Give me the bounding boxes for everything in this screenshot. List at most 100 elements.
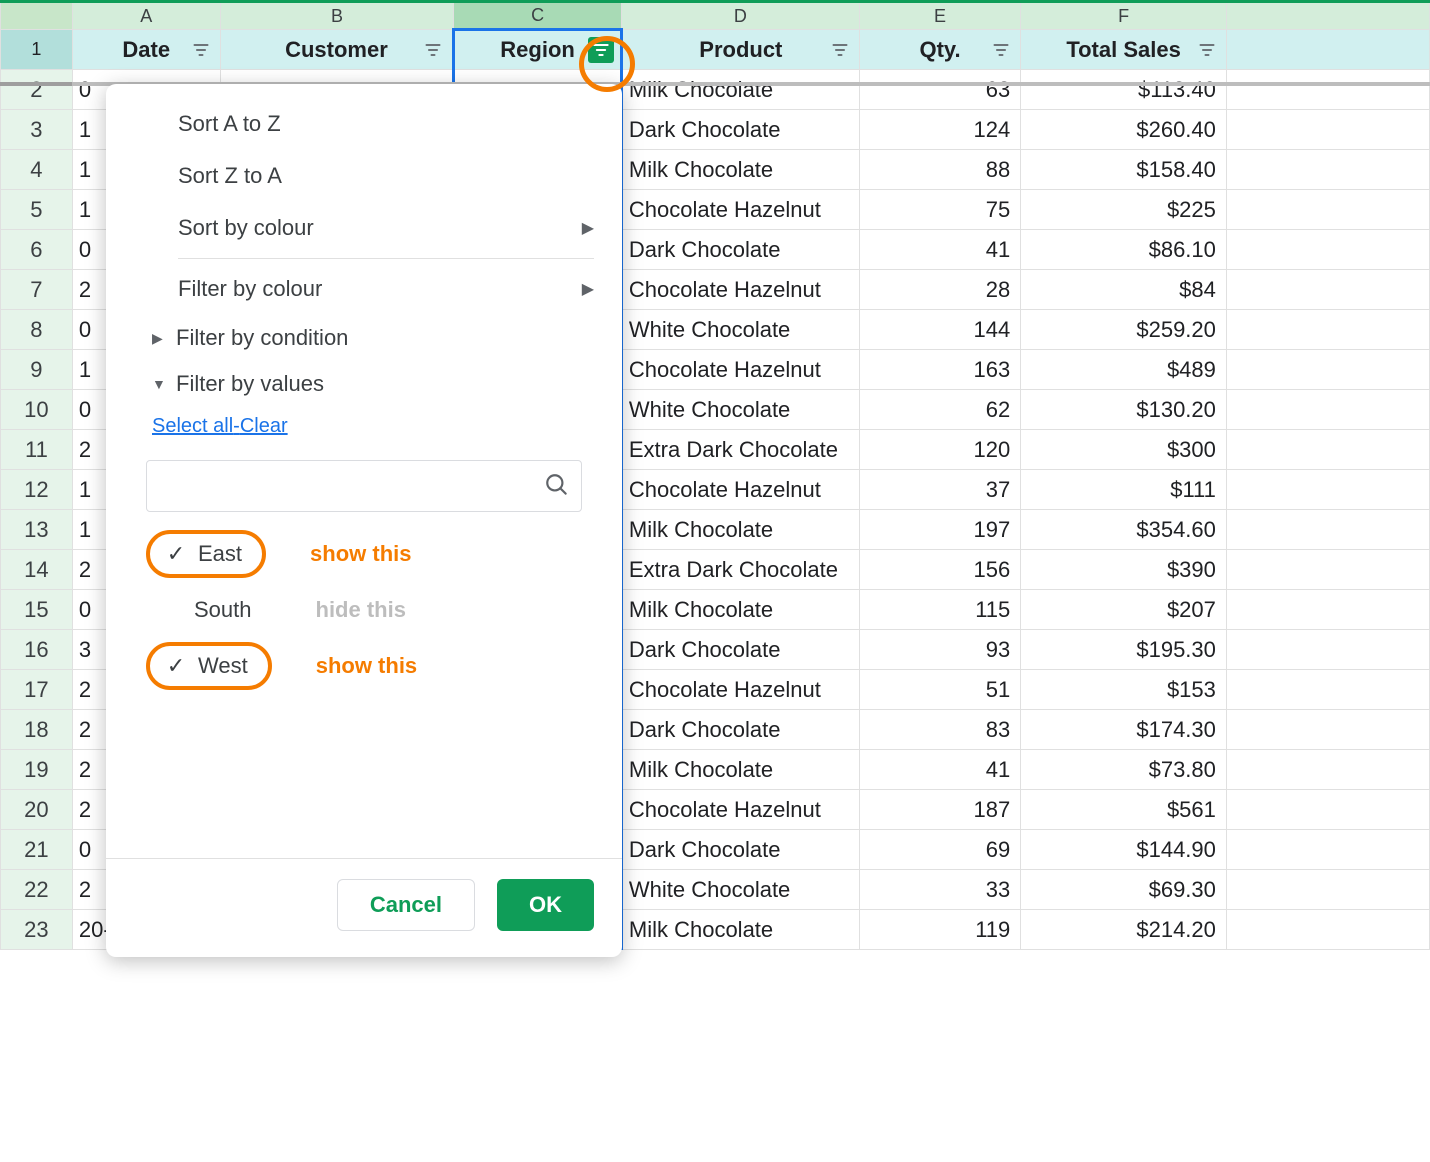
cell-qty[interactable]: 63 (859, 70, 1020, 110)
cell-total[interactable]: $84 (1021, 270, 1227, 310)
cell-total[interactable]: $195.30 (1021, 630, 1227, 670)
cell-total[interactable]: $158.40 (1021, 150, 1227, 190)
sort-by-colour[interactable]: Sort by colour▶ (106, 202, 622, 254)
cell-product[interactable]: Dark Chocolate (621, 630, 859, 670)
filter-value-item[interactable]: ✓West (146, 642, 272, 690)
cell-product[interactable]: Dark Chocolate (621, 710, 859, 750)
cell-product[interactable]: Milk Chocolate (621, 910, 859, 950)
cell-qty[interactable]: 62 (859, 390, 1020, 430)
cell-qty[interactable]: 163 (859, 350, 1020, 390)
clear-link[interactable]: Clear (240, 415, 288, 437)
cell-qty[interactable]: 83 (859, 710, 1020, 750)
cell-blank[interactable] (1226, 350, 1429, 390)
cell-product[interactable]: Milk Chocolate (621, 510, 859, 550)
row-number[interactable]: 15 (1, 590, 73, 630)
row-number[interactable]: 5 (1, 190, 73, 230)
sort-za[interactable]: Sort Z to A (106, 150, 622, 202)
filter-by-values[interactable]: ▼Filter by values (106, 361, 622, 407)
cell-qty[interactable]: 41 (859, 750, 1020, 790)
cell-blank[interactable] (1226, 150, 1429, 190)
filter-icon[interactable] (988, 37, 1014, 63)
cell-blank[interactable] (1226, 790, 1429, 830)
cell-total[interactable]: $174.30 (1021, 710, 1227, 750)
cell-qty[interactable]: 37 (859, 470, 1020, 510)
cell-qty[interactable]: 120 (859, 430, 1020, 470)
row-number[interactable]: 19 (1, 750, 73, 790)
filter-icon[interactable] (827, 37, 853, 63)
cell-qty[interactable]: 75 (859, 190, 1020, 230)
filter-search-input[interactable] (146, 460, 582, 512)
cell-blank[interactable] (1226, 430, 1429, 470)
row-number[interactable]: 13 (1, 510, 73, 550)
col-letter-E[interactable]: E (859, 2, 1020, 30)
header-date[interactable]: Date (72, 30, 220, 70)
filter-icon[interactable] (1194, 37, 1220, 63)
filter-by-colour[interactable]: Filter by colour▶ (106, 263, 622, 315)
cell-total[interactable]: $113.40 (1021, 70, 1227, 110)
cell-product[interactable]: White Chocolate (621, 310, 859, 350)
cell-product[interactable]: Chocolate Hazelnut (621, 790, 859, 830)
cell-product[interactable]: Chocolate Hazelnut (621, 270, 859, 310)
row-number[interactable]: 12 (1, 470, 73, 510)
row-number[interactable]: 9 (1, 350, 73, 390)
filter-value-item[interactable]: ✓East (146, 530, 266, 578)
cell-total[interactable]: $260.40 (1021, 110, 1227, 150)
cell-product[interactable]: Dark Chocolate (621, 230, 859, 270)
filter-icon[interactable] (188, 37, 214, 63)
col-letter-C[interactable]: C (454, 2, 622, 30)
cell-qty[interactable]: 69 (859, 830, 1020, 870)
select-all-link[interactable]: Select all (152, 415, 233, 437)
row-number[interactable]: 11 (1, 430, 73, 470)
cell-qty[interactable]: 197 (859, 510, 1020, 550)
cell-total[interactable]: $300 (1021, 430, 1227, 470)
filter-icon-active[interactable] (588, 37, 614, 63)
filter-value-item[interactable]: South (146, 590, 272, 630)
cell-blank[interactable] (1226, 870, 1429, 910)
cell-product[interactable]: Dark Chocolate (621, 830, 859, 870)
col-letter-F[interactable]: F (1021, 2, 1227, 30)
cell-product[interactable]: Chocolate Hazelnut (621, 470, 859, 510)
cell-blank[interactable] (1226, 550, 1429, 590)
cell-blank[interactable] (1226, 310, 1429, 350)
cell-blank[interactable] (1226, 470, 1429, 510)
cell-blank[interactable] (1226, 510, 1429, 550)
cell-total[interactable]: $561 (1021, 790, 1227, 830)
cell-product[interactable]: Dark Chocolate (621, 110, 859, 150)
row-number[interactable]: 4 (1, 150, 73, 190)
row-number[interactable]: 2 (1, 70, 73, 110)
cell-total[interactable]: $390 (1021, 550, 1227, 590)
header-total[interactable]: Total Sales (1021, 30, 1227, 70)
cell-product[interactable]: Extra Dark Chocolate (621, 430, 859, 470)
row-number[interactable]: 21 (1, 830, 73, 870)
col-letter-D[interactable]: D (621, 2, 859, 30)
cell-total[interactable]: $86.10 (1021, 230, 1227, 270)
cell-blank[interactable] (1226, 110, 1429, 150)
row-number[interactable]: 10 (1, 390, 73, 430)
cell-qty[interactable]: 187 (859, 790, 1020, 830)
row-number[interactable]: 20 (1, 790, 73, 830)
cell-blank[interactable] (1226, 270, 1429, 310)
cell-product[interactable]: White Chocolate (621, 870, 859, 910)
cell-product[interactable]: White Chocolate (621, 390, 859, 430)
cell-total[interactable]: $144.90 (1021, 830, 1227, 870)
cell-product[interactable]: Milk Chocolate (621, 750, 859, 790)
header-customer[interactable]: Customer (220, 30, 454, 70)
cell-blank[interactable] (1226, 710, 1429, 750)
cell-total[interactable]: $354.60 (1021, 510, 1227, 550)
row-number[interactable]: 16 (1, 630, 73, 670)
filter-icon[interactable] (420, 37, 446, 63)
cell-qty[interactable]: 88 (859, 150, 1020, 190)
cell-total[interactable]: $69.30 (1021, 870, 1227, 910)
cell-blank[interactable] (1226, 190, 1429, 230)
cancel-button[interactable]: Cancel (337, 879, 475, 931)
row-number[interactable]: 14 (1, 550, 73, 590)
header-qty[interactable]: Qty. (859, 30, 1020, 70)
cell-blank[interactable] (1226, 670, 1429, 710)
header-product[interactable]: Product (621, 30, 859, 70)
cell-blank[interactable] (1226, 750, 1429, 790)
cell-blank[interactable] (1226, 70, 1429, 110)
cell-blank[interactable] (1226, 590, 1429, 630)
row-number[interactable]: 7 (1, 270, 73, 310)
cell-total[interactable]: $73.80 (1021, 750, 1227, 790)
cell-total[interactable]: $130.20 (1021, 390, 1227, 430)
